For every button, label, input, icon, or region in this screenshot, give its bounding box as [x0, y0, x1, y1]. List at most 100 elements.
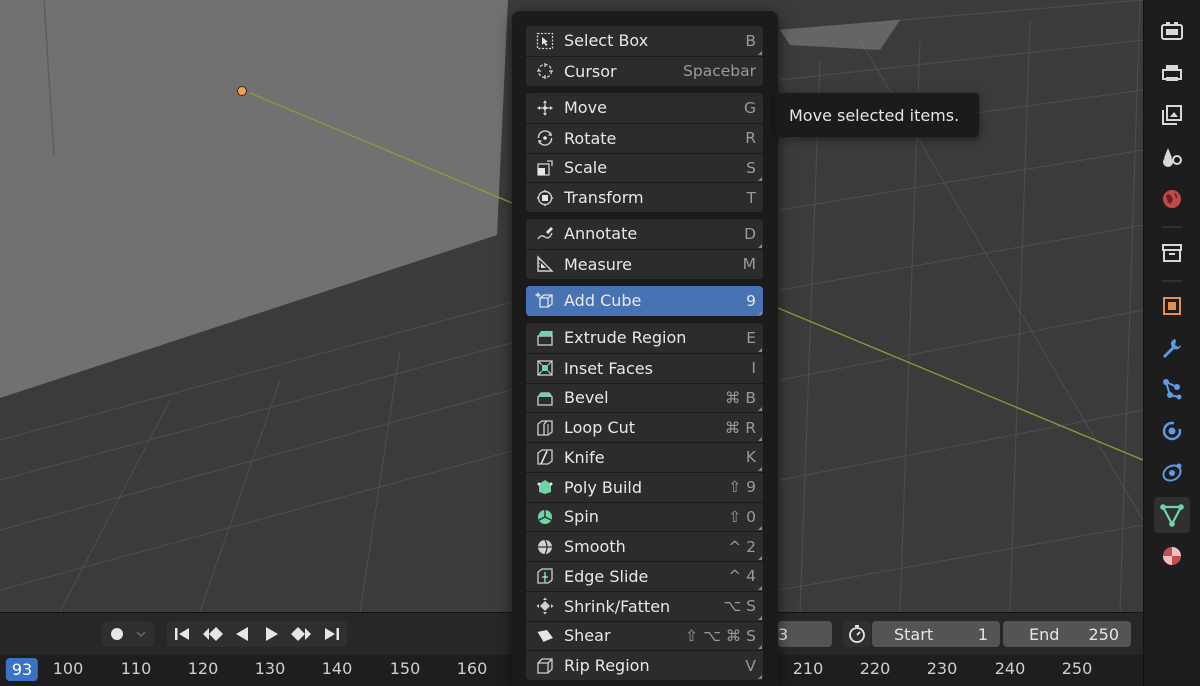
submenu-indicator	[758, 347, 762, 352]
submenu-indicator	[758, 310, 762, 315]
menu-group-mesh-tools: Extrude Region E Inset Faces I Bevel ⌘ B Loop …	[526, 323, 763, 680]
tooltip: Move selected items.	[775, 93, 979, 137]
toolbar-popup-menu: Select Box B Cursor Spacebar Move G Rotate R Sc…	[512, 11, 778, 686]
menu-item-loop-cut[interactable]: Loop Cut ⌘ R	[526, 412, 763, 442]
menu-item-label: Poly Build	[564, 477, 643, 497]
menu-group-annotate: Annotate D Measure M	[526, 219, 763, 279]
menu-group-add: Add Cube 9	[526, 286, 763, 316]
menu-item-bevel[interactable]: Bevel ⌘ B	[526, 382, 763, 413]
object-data-properties-icon[interactable]	[1154, 497, 1190, 533]
jump-to-start-icon[interactable]	[167, 621, 197, 647]
menu-item-transform[interactable]: Transform T	[526, 182, 763, 212]
menu-item-label: Scale	[564, 158, 608, 178]
menu-item-shortcut: T	[746, 188, 756, 207]
output-properties-icon[interactable]	[1158, 59, 1186, 87]
menu-item-shortcut: G	[743, 98, 756, 117]
menu-item-rotate[interactable]: Rotate R	[526, 122, 763, 153]
ruler-tick: 240	[994, 659, 1026, 678]
submenu-indicator	[758, 177, 762, 182]
menu-item-annotate[interactable]: Annotate D	[526, 219, 763, 249]
menu-item-shortcut: ^ 4	[728, 567, 756, 586]
submenu-indicator	[758, 466, 762, 471]
menu-item-move[interactable]: Move G	[526, 93, 763, 123]
submenu-indicator	[758, 437, 762, 441]
menu-item-inset-faces[interactable]: Inset Faces I	[526, 352, 763, 383]
ruler-tick: 120	[187, 659, 219, 678]
menu-item-shortcut: 9	[746, 291, 756, 310]
object-constraint-properties-icon[interactable]	[1158, 458, 1186, 486]
menu-item-shortcut: I	[751, 359, 756, 378]
start-frame-label: Start	[894, 624, 934, 644]
ruler-tick: 140	[321, 659, 353, 678]
menu-item-shortcut: D	[744, 224, 756, 243]
annotate-icon	[530, 219, 560, 249]
play-icon[interactable]	[257, 621, 287, 647]
cursor-icon	[530, 57, 560, 86]
menu-item-shortcut: ⌥ S	[723, 597, 756, 616]
menu-item-spin[interactable]: Spin ⇧ 0	[526, 501, 763, 532]
inset-faces-icon	[530, 354, 560, 383]
shrink-fatten-icon	[530, 592, 560, 621]
ruler-tick: 250	[1061, 659, 1093, 678]
spin-icon	[530, 503, 560, 532]
menu-item-scale[interactable]: Scale S	[526, 152, 763, 183]
add-cube-icon	[530, 286, 560, 316]
menu-item-measure[interactable]: Measure M	[526, 248, 763, 279]
collection-properties-icon[interactable]	[1158, 239, 1186, 267]
auto-keying-group	[102, 621, 154, 647]
menu-item-smooth[interactable]: Smooth ^ 2	[526, 531, 763, 561]
view-layer-properties-icon[interactable]	[1158, 101, 1186, 129]
menu-group-select: Select Box B Cursor Spacebar	[526, 26, 763, 86]
menu-item-label: Annotate	[564, 224, 638, 244]
playback-controls	[167, 621, 347, 647]
end-frame-field[interactable]: End 250	[1003, 621, 1131, 647]
menu-item-label: Knife	[564, 447, 605, 467]
menu-item-poly-build[interactable]: Poly Build ⇧ 9	[526, 471, 763, 502]
menu-item-shortcut: S	[746, 158, 756, 177]
menu-item-label: Move	[564, 98, 607, 118]
play-reverse-icon[interactable]	[227, 621, 257, 647]
jump-to-next-keyframe-icon[interactable]	[287, 621, 317, 647]
scale-icon	[530, 154, 560, 183]
keying-dropdown[interactable]	[132, 621, 150, 647]
submenu-indicator	[758, 407, 762, 412]
auto-keying-toggle[interactable]	[102, 621, 132, 647]
physics-properties-icon[interactable]	[1158, 417, 1186, 445]
menu-item-edge-slide[interactable]: Edge Slide ^ 4	[526, 561, 763, 591]
properties-editor-tabs	[1143, 0, 1200, 686]
menu-item-add-cube[interactable]: Add Cube 9	[526, 286, 763, 316]
scene-properties-icon[interactable]	[1158, 143, 1186, 171]
current-frame-field[interactable]: 3	[778, 621, 832, 647]
menu-item-shortcut: B	[745, 31, 756, 50]
jump-to-previous-keyframe-icon[interactable]	[197, 621, 227, 647]
ruler-tick: 110	[120, 659, 152, 678]
render-properties-icon[interactable]	[1158, 17, 1186, 45]
tooltip-text: Move selected items.	[789, 105, 960, 125]
submenu-indicator	[758, 585, 762, 590]
menu-item-shortcut: K	[745, 448, 756, 467]
use-preview-range-toggle[interactable]	[843, 621, 871, 647]
menu-item-label: Measure	[564, 254, 632, 274]
material-properties-icon[interactable]	[1158, 542, 1186, 570]
rotate-icon	[530, 124, 560, 153]
start-frame-field[interactable]: Start 1	[872, 621, 1000, 647]
menu-item-shortcut: ⌘ B	[724, 388, 756, 407]
menu-item-extrude-region[interactable]: Extrude Region E	[526, 323, 763, 353]
menu-item-knife[interactable]: Knife K	[526, 442, 763, 472]
world-properties-icon[interactable]	[1158, 185, 1186, 213]
menu-item-label: Loop Cut	[564, 418, 636, 438]
modifier-properties-icon[interactable]	[1158, 334, 1186, 362]
object-properties-icon[interactable]	[1158, 292, 1186, 320]
menu-item-label: Edge Slide	[564, 566, 649, 586]
menu-item-shrink-fatten[interactable]: Shrink/Fatten ⌥ S	[526, 590, 763, 621]
menu-item-shear[interactable]: Shear ⇧ ⌥ ⌘ S	[526, 620, 763, 651]
poly-build-icon	[530, 473, 560, 502]
current-frame-indicator[interactable]: 93	[5, 658, 39, 681]
menu-item-select-box[interactable]: Select Box B	[526, 26, 763, 56]
bevel-icon	[530, 384, 560, 413]
menu-item-rip-region[interactable]: Rip Region V	[526, 650, 763, 680]
current-frame-field-value: 3	[778, 624, 789, 644]
particle-properties-icon[interactable]	[1158, 375, 1186, 403]
menu-item-cursor[interactable]: Cursor Spacebar	[526, 55, 763, 86]
jump-to-end-icon[interactable]	[317, 621, 347, 647]
